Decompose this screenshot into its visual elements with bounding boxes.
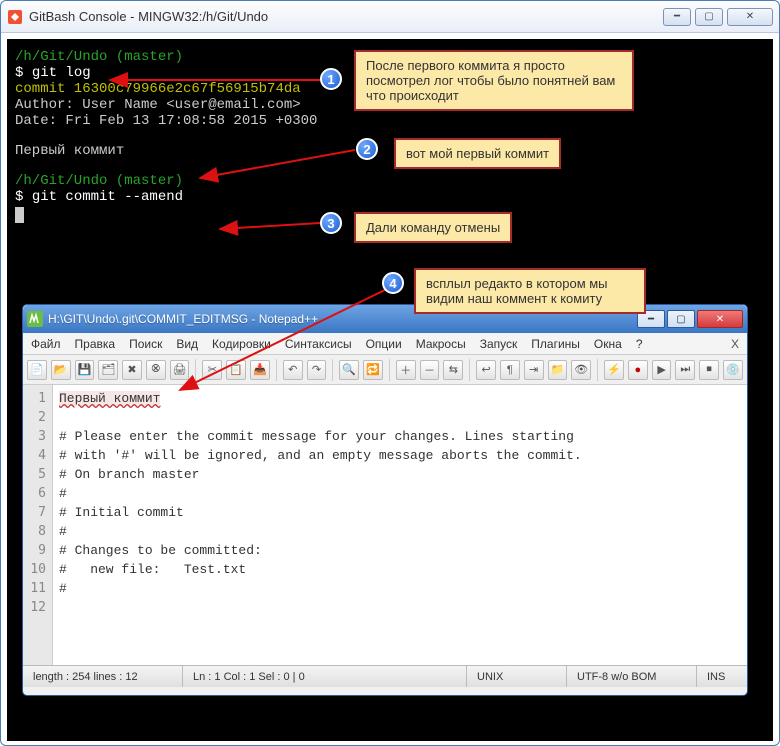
notepadpp-icon: [27, 311, 43, 327]
menu-syntax[interactable]: Синтаксисы: [285, 337, 352, 351]
menu-windows[interactable]: Окна: [594, 337, 622, 351]
menu-plugins[interactable]: Плагины: [531, 337, 580, 351]
status-pos: Ln : 1 Col : 1 Sel : 0 | 0: [183, 666, 467, 687]
status-mode: INS: [697, 666, 747, 687]
closeall-icon[interactable]: ⮿: [146, 360, 166, 380]
commit-message: Первый коммит: [15, 143, 765, 159]
command-git-amend: git commit --amend: [32, 189, 183, 205]
run-icon[interactable]: ⚡: [604, 360, 624, 380]
annotation-badge-4: 4: [382, 272, 404, 294]
status-eol: UNIX: [467, 666, 567, 687]
stop-icon[interactable]: ⏹: [699, 360, 719, 380]
gitbash-title: GitBash Console - MINGW32:/h/Git/Undo: [29, 9, 663, 24]
annotation-badge-2: 2: [356, 138, 378, 160]
gitbash-icon: [7, 9, 23, 25]
commit-date: Date: Fri Feb 13 17:08:58 2015 +0300: [15, 113, 765, 129]
save-icon[interactable]: 💾: [75, 360, 95, 380]
menu-view[interactable]: Вид: [176, 337, 198, 351]
sync-icon[interactable]: ⇆: [443, 360, 463, 380]
new-icon[interactable]: 📄: [27, 360, 47, 380]
menu-file[interactable]: Файл: [31, 337, 61, 351]
maximize-button[interactable]: ▢: [695, 8, 723, 26]
menu-macros[interactable]: Макросы: [416, 337, 466, 351]
callout-3: Дали команду отмены: [354, 212, 512, 243]
notepadpp-title: H:\GIT\Undo\.git\COMMIT_EDITMSG - Notepa…: [48, 312, 637, 326]
status-bar: length : 254 lines : 12 Ln : 1 Col : 1 S…: [23, 665, 747, 687]
line-gutter: 123456789101112: [23, 385, 53, 665]
close-button[interactable]: ✕: [697, 310, 743, 328]
close-icon[interactable]: ✖: [122, 360, 142, 380]
prompt-symbol: $: [15, 189, 32, 205]
code-editor[interactable]: Первый коммит # Please enter the commit …: [53, 385, 747, 665]
close-button[interactable]: ✕: [727, 8, 773, 26]
gitbash-titlebar[interactable]: GitBash Console - MINGW32:/h/Git/Undo ━ …: [1, 1, 779, 33]
callout-2: вот мой первый коммит: [394, 138, 561, 169]
monitor-icon[interactable]: 👁: [571, 360, 591, 380]
menu-encodings[interactable]: Кодировки: [212, 337, 271, 351]
wrap-icon[interactable]: ↩: [476, 360, 496, 380]
command-git-log: git log: [32, 65, 91, 81]
prompt-path: /h/Git/Undo (master): [15, 173, 183, 189]
menu-help[interactable]: ?: [636, 337, 643, 351]
status-length: length : 254 lines : 12: [23, 666, 183, 687]
menu-edit[interactable]: Правка: [75, 337, 116, 351]
prompt-symbol: $: [15, 65, 32, 81]
annotation-badge-1: 1: [320, 68, 342, 90]
menu-close-x[interactable]: X: [731, 337, 739, 351]
folder-icon[interactable]: 📁: [548, 360, 568, 380]
indent-icon[interactable]: ⇥: [524, 360, 544, 380]
window-buttons: ━ ▢ ✕: [637, 310, 743, 328]
print-icon[interactable]: 🖨: [170, 360, 190, 380]
invisible-icon[interactable]: ¶: [500, 360, 520, 380]
annotation-badge-3: 3: [320, 212, 342, 234]
playmulti-icon[interactable]: ⏭: [675, 360, 695, 380]
callout-4: всплыл редакто в котором мы видим наш ко…: [414, 268, 646, 314]
zoomout-icon[interactable]: －: [420, 360, 440, 380]
replace-icon[interactable]: 🔁: [363, 360, 383, 380]
maximize-button[interactable]: ▢: [667, 310, 695, 328]
save-macro-icon[interactable]: 💿: [723, 360, 743, 380]
menu-bar: Файл Правка Поиск Вид Кодировки Синтакси…: [23, 333, 747, 355]
prompt-path: /h/Git/Undo (master): [15, 49, 183, 65]
minimize-button[interactable]: ━: [663, 8, 691, 26]
window-buttons: ━ ▢ ✕: [663, 8, 773, 26]
callout-1: После первого коммита я просто посмотрел…: [354, 50, 634, 111]
open-icon[interactable]: 📂: [51, 360, 71, 380]
menu-search[interactable]: Поиск: [129, 337, 162, 351]
play-icon[interactable]: ▶: [652, 360, 672, 380]
record-icon[interactable]: ●: [628, 360, 648, 380]
paste-icon[interactable]: 📥: [250, 360, 270, 380]
zoomin-icon[interactable]: ＋: [396, 360, 416, 380]
notepadpp-window: H:\GIT\Undo\.git\COMMIT_EDITMSG - Notepa…: [22, 304, 748, 696]
menu-options[interactable]: Опции: [366, 337, 402, 351]
find-icon[interactable]: 🔍: [339, 360, 359, 380]
cursor: [15, 207, 24, 223]
cut-icon[interactable]: ✂: [202, 360, 222, 380]
toolbar: 📄 📂 💾 🗂 ✖ ⮿ 🖨 ✂ 📋 📥 ↶ ↷ 🔍 🔁 ＋ － ⇆ ↩ ¶ ⇥ …: [23, 355, 747, 385]
menu-run[interactable]: Запуск: [480, 337, 518, 351]
redo-icon[interactable]: ↷: [307, 360, 327, 380]
commit-hash: commit 16300c79966e2c67f56915b74da: [15, 81, 301, 97]
undo-icon[interactable]: ↶: [283, 360, 303, 380]
saveall-icon[interactable]: 🗂: [98, 360, 118, 380]
copy-icon[interactable]: 📋: [226, 360, 246, 380]
status-encoding: UTF-8 w/o BOM: [567, 666, 697, 687]
editor-area[interactable]: 123456789101112 Первый коммит # Please e…: [23, 385, 747, 665]
